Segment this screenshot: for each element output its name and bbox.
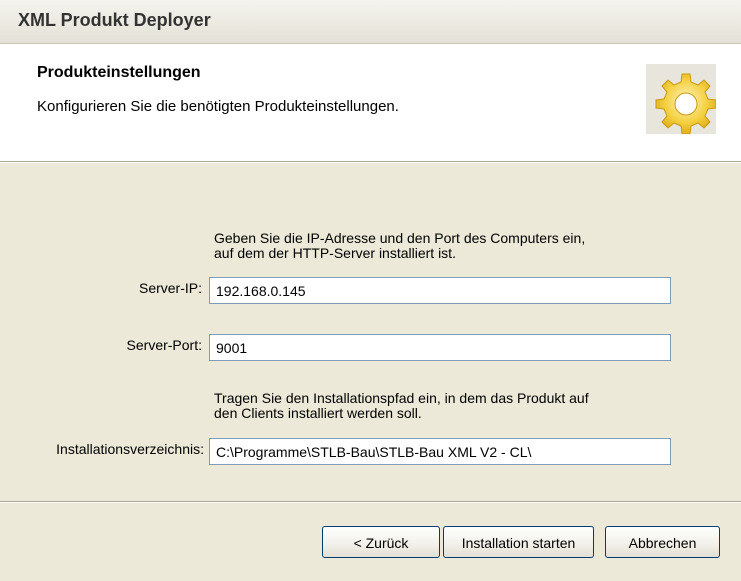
server-hint-line2: auf dem der HTTP-Server installiert ist.	[214, 245, 456, 261]
cancel-button[interactable]: Abbrechen	[605, 526, 720, 558]
install-hint-line1: Tragen Sie den Installationspfad ein, in…	[214, 390, 589, 406]
title-bar[interactable]: XML Produkt Deployer	[0, 0, 741, 44]
page-title: Produkteinstellungen	[37, 64, 201, 81]
footer-divider	[0, 501, 741, 503]
server-port-input[interactable]: 9001	[209, 334, 671, 361]
gear-icon	[646, 64, 716, 134]
install-dir-input[interactable]: C:\Programme\STLB-Bau\STLB-Bau XML V2 - …	[209, 438, 671, 465]
server-hint-line1: Geben Sie die IP-Adresse und den Port de…	[214, 230, 586, 246]
wizard-header: Produkteinstellungen Konfigurieren Sie d…	[0, 44, 741, 162]
page-subtitle: Konfigurieren Sie die benötigten Produkt…	[37, 98, 399, 115]
installer-window: XML Produkt Deployer Produkteinstellunge…	[0, 0, 741, 581]
install-hint: Tragen Sie den Installationspfad ein, in…	[214, 391, 589, 421]
window-title: XML Produkt Deployer	[18, 10, 211, 30]
server-ip-input[interactable]: 192.168.0.145	[209, 277, 671, 304]
server-port-label: Server-Port:	[126, 337, 202, 353]
server-ip-label: Server-IP:	[138, 280, 202, 296]
install-hint-line2: den Clients installiert werden soll.	[214, 405, 422, 421]
back-button[interactable]: < Zurück	[322, 526, 440, 558]
start-installation-button[interactable]: Installation starten	[443, 526, 594, 558]
install-dir-label: Installationsverzeichnis:	[56, 441, 204, 457]
server-hint: Geben Sie die IP-Adresse und den Port de…	[214, 231, 585, 261]
